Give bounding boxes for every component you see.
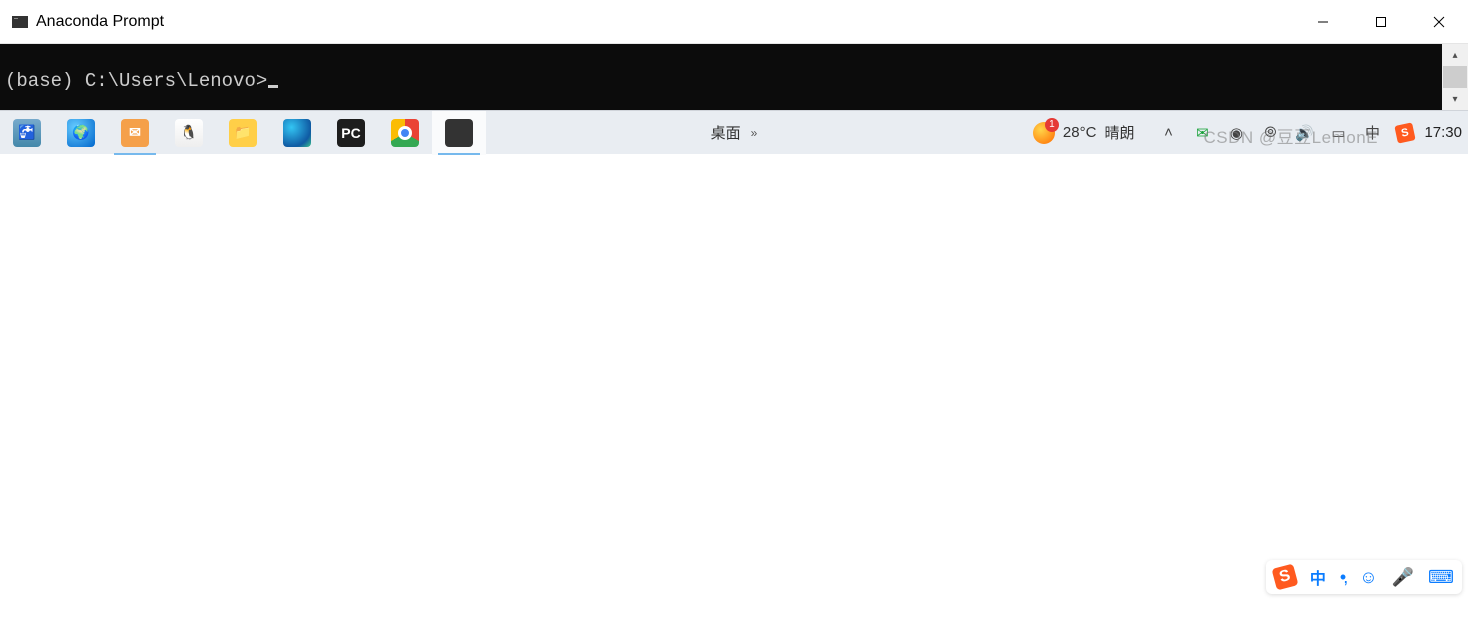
window-titlebar: Anaconda Prompt: [0, 0, 1468, 44]
pycharm-icon: PC: [337, 119, 365, 147]
close-button[interactable]: [1410, 0, 1468, 44]
system-tray: ˄ ✉ ◉ ⦾ 🔊 ▭ 中 S: [1158, 123, 1414, 143]
minimize-button[interactable]: [1294, 0, 1352, 44]
taskbar-app-explorer[interactable]: 📁: [216, 111, 270, 155]
cursor-icon: [268, 85, 278, 88]
taskbar-right: 1 28°C 晴朗 ˄ ✉ ◉ ⦾ 🔊 ▭ 中 S 17:30: [1033, 111, 1468, 154]
app-icon-1: 🚰: [13, 119, 41, 147]
punctuation-icon[interactable]: •,: [1340, 567, 1345, 588]
scroll-up-arrow-icon[interactable]: ▴: [1442, 44, 1468, 66]
tray-wifi-icon[interactable]: ⦾: [1260, 123, 1280, 143]
terminal-icon: [445, 119, 473, 147]
edge-icon: [283, 119, 311, 147]
taskbar-app-2[interactable]: 🌍: [54, 111, 108, 155]
chevron-right-icon: »: [751, 126, 758, 140]
desktop-label: 桌面: [711, 122, 741, 143]
scroll-down-arrow-icon[interactable]: ▾: [1442, 88, 1468, 110]
taskbar-app-cmd[interactable]: [432, 111, 486, 155]
app-icon: [12, 16, 28, 28]
taskbar-pinned-apps: 🚰 🌍 ✉ 🐧 📁 PC: [0, 111, 486, 154]
taskbar-center[interactable]: 桌面 »: [711, 111, 758, 154]
sun-icon: 1: [1033, 122, 1055, 144]
taskbar-app-chrome[interactable]: [378, 111, 432, 155]
tray-wechat-icon[interactable]: ✉: [1192, 123, 1212, 143]
terminal-output[interactable]: (base) C:\Users\Lenovo>: [0, 44, 1442, 110]
sogou-logo-icon[interactable]: S: [1271, 564, 1298, 591]
ime-mode-indicator[interactable]: 中: [1310, 565, 1326, 589]
taskbar-app-1[interactable]: 🚰: [0, 111, 54, 155]
tray-battery-icon[interactable]: ▭: [1328, 123, 1348, 143]
chrome-icon: [391, 119, 419, 147]
taskbar-app-edge[interactable]: [270, 111, 324, 155]
taskbar-app-pycharm[interactable]: PC: [324, 111, 378, 155]
globe-icon: 🌍: [67, 119, 95, 147]
weather-condition: 晴朗: [1104, 122, 1134, 143]
tray-ime-zhong-icon[interactable]: 中: [1362, 123, 1382, 143]
notification-badge: 1: [1045, 118, 1059, 132]
scroll-thumb[interactable]: [1443, 66, 1467, 88]
weather-widget[interactable]: 1 28°C 晴朗: [1033, 122, 1135, 144]
vertical-scrollbar[interactable]: ▴ ▾: [1442, 44, 1468, 110]
emoji-icon[interactable]: ☺: [1359, 567, 1377, 588]
tray-sogou-icon[interactable]: S: [1395, 122, 1416, 143]
tray-volume-icon[interactable]: 🔊: [1294, 123, 1314, 143]
qq-icon: 🐧: [175, 119, 203, 147]
tray-app-icon[interactable]: ◉: [1226, 123, 1246, 143]
window-title: Anaconda Prompt: [36, 13, 164, 31]
maximize-button[interactable]: [1352, 0, 1410, 44]
keyboard-icon[interactable]: ⌨: [1428, 567, 1454, 588]
taskbar: 🚰 🌍 ✉ 🐧 📁 PC 桌面 » 1 28°C 晴朗 ˄: [0, 110, 1468, 154]
taskbar-app-qq[interactable]: 🐧: [162, 111, 216, 155]
prompt-text: (base) C:\Users\Lenovo>: [5, 70, 267, 92]
terminal-area: (base) C:\Users\Lenovo> ▴ ▾: [0, 44, 1468, 110]
microphone-icon[interactable]: 🎤: [1392, 567, 1414, 588]
tray-chevron-up-icon[interactable]: ˄: [1158, 123, 1178, 143]
weather-temp: 28°C: [1063, 124, 1097, 141]
file-explorer-icon: 📁: [229, 119, 257, 147]
ime-toolbar[interactable]: S 中 •, ☺ 🎤 ⌨: [1266, 560, 1462, 594]
taskbar-app-wechat[interactable]: ✉: [108, 111, 162, 155]
taskbar-clock[interactable]: 17:30: [1424, 124, 1462, 141]
wechat-icon: ✉: [121, 119, 149, 147]
